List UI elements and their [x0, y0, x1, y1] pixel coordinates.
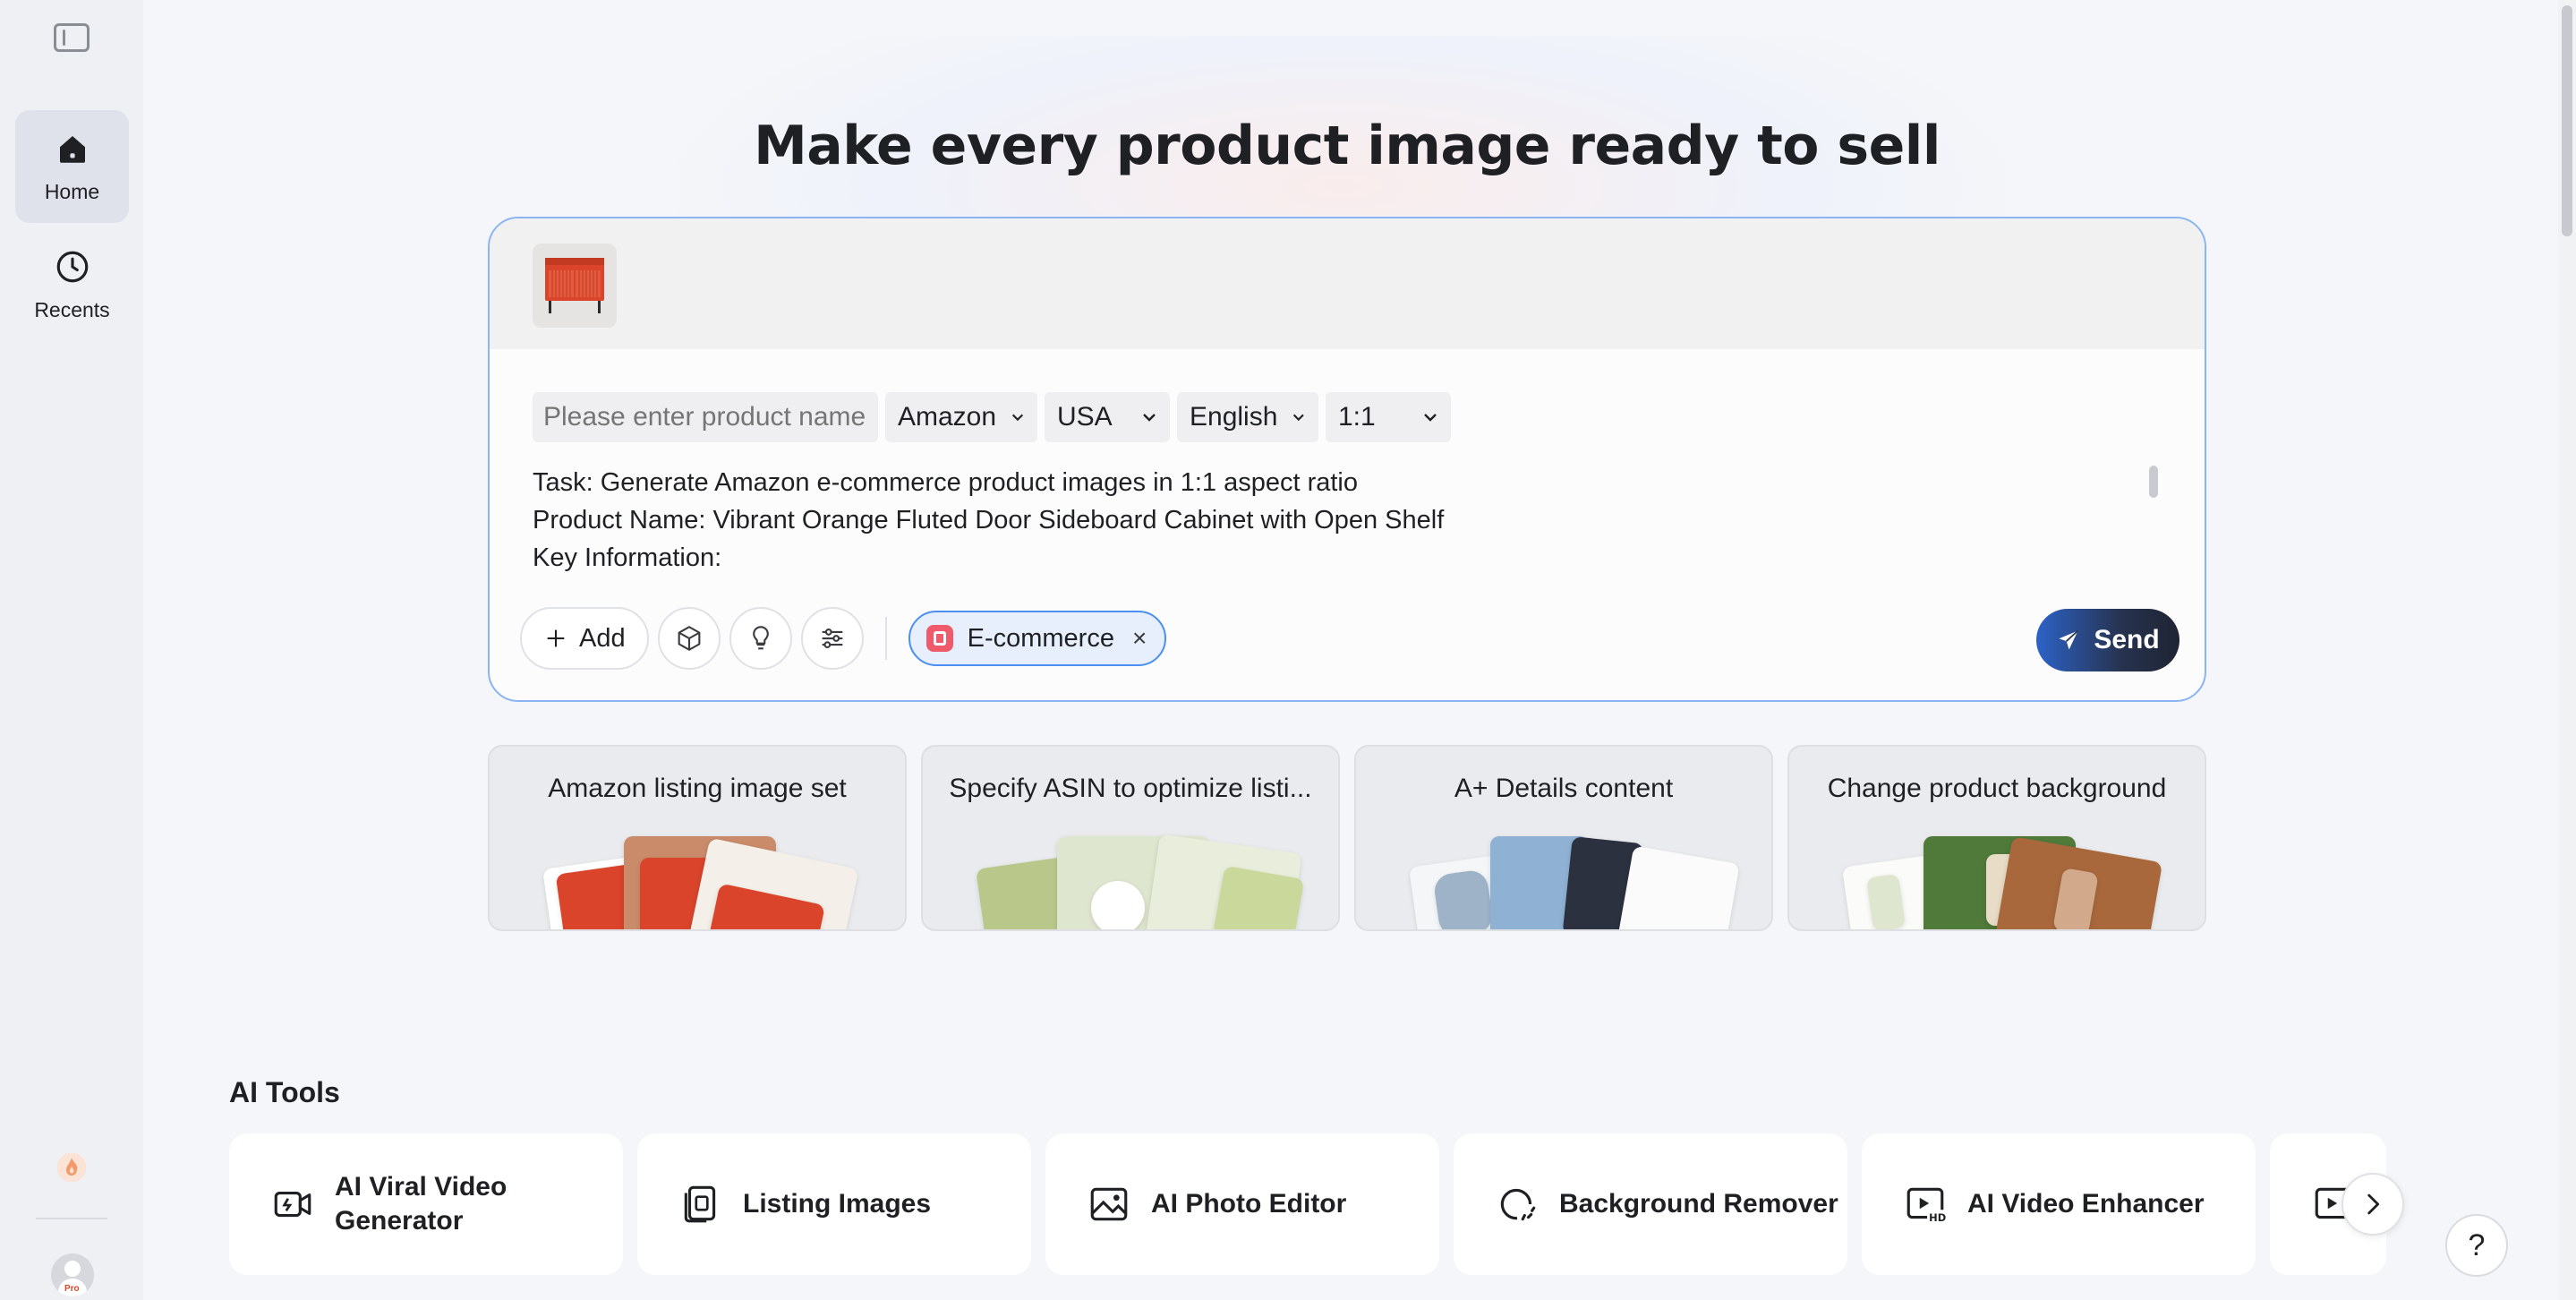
tool-ai-photo-editor[interactable]: AI Photo Editor: [1045, 1133, 1439, 1275]
shopping-bag-icon: [925, 625, 953, 652]
sidebar: Home Recents Pro: [0, 0, 143, 1300]
ai-tools-heading: AI Tools: [229, 1076, 340, 1108]
lightbulb-icon: [752, 626, 769, 650]
prompt-scrollbar[interactable]: [2149, 466, 2158, 498]
suggestion-card-image: [490, 836, 905, 929]
chip-close-icon[interactable]: ×: [1132, 624, 1147, 653]
sidebar-item-label: Recents: [34, 297, 110, 321]
chevron-down-icon: [1293, 414, 1305, 422]
page-scrollbar-thumb[interactable]: [2562, 5, 2572, 236]
cube-icon: [678, 626, 701, 651]
send-button-label: Send: [2094, 625, 2160, 654]
page-title: Make every product image ready to sell: [754, 115, 1941, 177]
sidebar-item-label: Home: [44, 179, 100, 203]
sidebar-item-recents[interactable]: Recents: [15, 228, 129, 341]
tool-label: Listing Images: [743, 1189, 932, 1219]
suggestion-card-image: [923, 834, 1338, 929]
aspect-ratio-select-value: 1:1: [1338, 402, 1376, 432]
prompt-line: Task: Generate Amazon e-commerce product…: [533, 468, 1358, 497]
settings-button[interactable]: [800, 607, 864, 670]
prompt-textarea[interactable]: Task: Generate Amazon e-commerce product…: [533, 464, 2054, 577]
chevron-down-icon: [1424, 414, 1437, 422]
help-button[interactable]: ?: [2445, 1214, 2508, 1277]
country-select[interactable]: USA: [1045, 392, 1170, 442]
inspiration-button[interactable]: [729, 607, 792, 670]
clock-icon: [56, 251, 88, 282]
tool-ai-video-enhancer[interactable]: HD AI Video Enhancer: [1862, 1133, 2256, 1275]
prompt-composer: Amazon USA English 1:1 Task: Generate Am…: [488, 217, 2206, 702]
aspect-ratio-select[interactable]: 1:1: [1326, 392, 1451, 442]
chip-label: E-commerce: [967, 623, 1114, 653]
sliders-icon: [822, 629, 842, 648]
options-row: Amazon USA English 1:1: [533, 392, 1451, 442]
sidebar-divider: [36, 1218, 107, 1219]
send-button[interactable]: Send: [2036, 609, 2179, 671]
pro-badge: Pro: [62, 1284, 82, 1294]
background-remover-icon: [1500, 1188, 1536, 1221]
tool-label: AI Video Enhancer: [1967, 1189, 2205, 1219]
photo-editor-icon: [1090, 1187, 1128, 1221]
suggestion-card-title: A+ Details content: [1454, 774, 1674, 803]
platform-select-value: Amazon: [898, 402, 997, 432]
product-name-input[interactable]: [533, 392, 878, 442]
listing-images-icon: [684, 1185, 716, 1223]
plus-icon: [547, 629, 565, 647]
tool-background-remover[interactable]: Background Remover: [1454, 1133, 1847, 1275]
prompt-line: Key Information:: [533, 543, 722, 572]
suggestion-card-image: [1789, 836, 2205, 929]
flame-icon[interactable]: [55, 1151, 88, 1184]
suggestion-card[interactable]: Specify ASIN to optimize listi...: [921, 745, 1340, 931]
product-model-button[interactable]: [657, 607, 721, 670]
composer-toolbar: Add E-commerce ×: [520, 607, 1167, 670]
chevron-right-icon: [2367, 1193, 2380, 1215]
tool-label: AI Photo Editor: [1151, 1189, 1347, 1219]
toolbar-divider: [884, 617, 887, 660]
hd-video-icon: HD: [1906, 1187, 1946, 1224]
tool-listing-images[interactable]: Listing Images: [637, 1133, 1031, 1275]
suggestion-card[interactable]: Change product background: [1787, 745, 2206, 931]
send-icon: [2059, 629, 2079, 650]
avatar[interactable]: Pro: [51, 1253, 94, 1296]
suggestion-card-image: [1356, 836, 1771, 929]
tool-label: Background Remover: [1559, 1189, 1838, 1219]
add-button-label: Add: [579, 623, 626, 653]
suggestion-card-title: Amazon listing image set: [548, 774, 847, 803]
tool-ai-viral-video-generator[interactable]: AI Viral Video Generator: [229, 1133, 623, 1275]
ai-tools-row: AI Viral Video Generator Listing Images …: [229, 1133, 2386, 1275]
suggestion-card-title: Change product background: [1827, 774, 2167, 803]
suggestion-card[interactable]: A+ Details content: [1354, 745, 1773, 931]
tools-next-button[interactable]: [2341, 1173, 2404, 1236]
page-scrollbar[interactable]: [2558, 0, 2576, 1300]
video-camera-icon: [274, 1191, 311, 1218]
ecommerce-chip[interactable]: E-commerce ×: [908, 611, 1167, 666]
attachment-area: [490, 218, 2205, 349]
language-select-value: English: [1190, 402, 1278, 432]
prompt-line: Product Name: Vibrant Orange Fluted Door…: [533, 506, 1445, 535]
tool-label: AI Viral Video Generator: [335, 1172, 508, 1236]
suggestion-card[interactable]: Amazon listing image set: [488, 745, 907, 931]
sidebar-toggle-icon[interactable]: [54, 23, 90, 52]
suggestion-cards: Amazon listing image set Specify ASIN to…: [488, 745, 2206, 931]
country-select-value: USA: [1057, 402, 1113, 432]
chevron-down-icon: [1011, 414, 1024, 422]
platform-select[interactable]: Amazon: [885, 392, 1037, 442]
svg-text:HD: HD: [1929, 1211, 1946, 1224]
add-button[interactable]: Add: [520, 607, 649, 670]
suggestion-card-title: Specify ASIN to optimize listi...: [949, 774, 1312, 803]
chevron-down-icon: [1143, 414, 1156, 422]
language-select[interactable]: English: [1177, 392, 1318, 442]
product-thumbnail[interactable]: [533, 244, 617, 328]
